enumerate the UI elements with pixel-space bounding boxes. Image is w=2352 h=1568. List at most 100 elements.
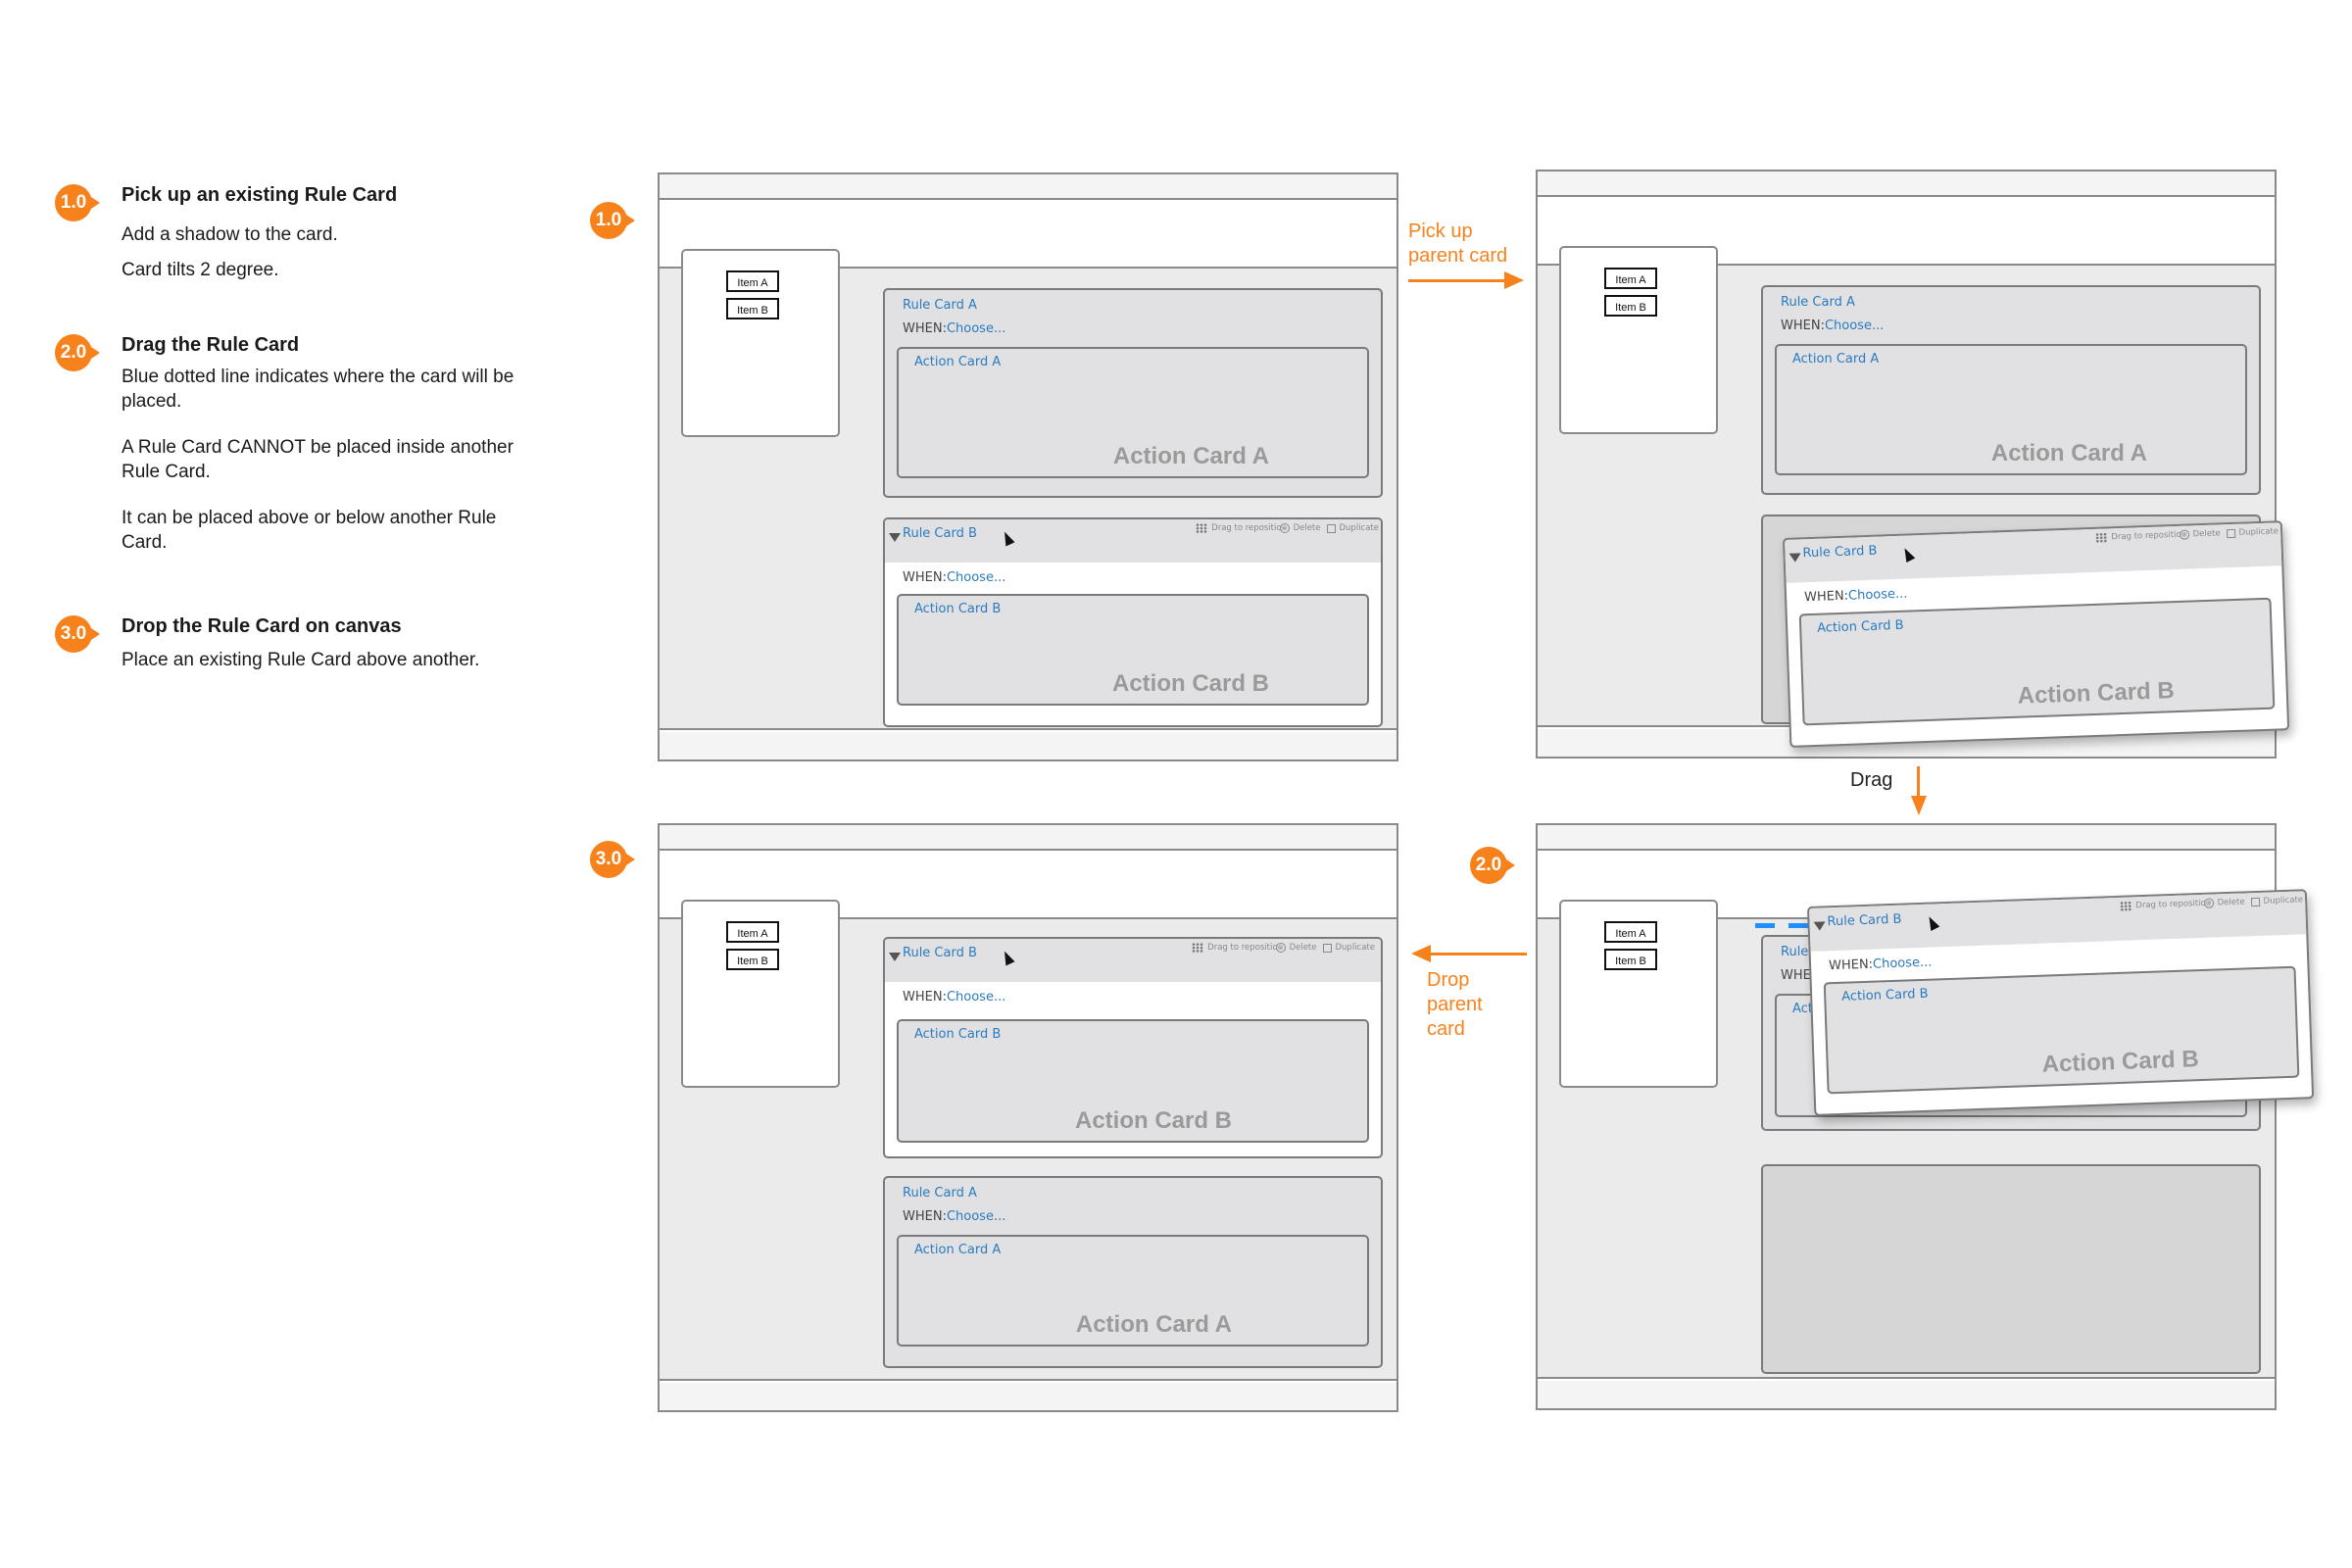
step-3-title: Drop the Rule Card on canvas — [122, 615, 402, 637]
drag-handle-icon[interactable] — [1192, 943, 1204, 953]
action-card-title: Action Card A — [1792, 352, 1880, 367]
drag-to-reposition-label[interactable]: Drag to repositio — [1211, 523, 1281, 533]
palette-item-b[interactable]: Item B — [1604, 949, 1657, 970]
action-card-label: Action Card B — [2017, 677, 2176, 710]
step-3-line-1: Place an existing Rule Card above anothe… — [122, 650, 480, 670]
frame-dropped: Item A Item B Rule Card B Drag to reposi… — [658, 823, 1398, 1412]
rule-card-b[interactable]: Rule Card B Drag to repositio⊗ Delete Dupl… — [883, 937, 1383, 1158]
palette-item-a[interactable]: Item A — [726, 270, 779, 292]
drag-to-reposition-label[interactable]: Drag to repositio — [2135, 899, 2206, 910]
delete-icon[interactable]: ⊗ — [2203, 898, 2214, 908]
transition-drag-label: Drag — [1850, 769, 1893, 791]
arrow-left-icon — [1411, 945, 1431, 962]
step-2-line-2: A Rule Card CANNOT be placed inside anot… — [122, 437, 514, 482]
window-footer — [660, 1383, 1396, 1410]
action-card-label: Action Card A — [1075, 1311, 1232, 1338]
palette-item-b[interactable]: Item B — [1604, 295, 1657, 317]
action-card-b[interactable]: Action Card B Action Card B — [1798, 597, 2276, 726]
action-card-label: Action Card B — [2041, 1046, 2200, 1078]
palette-item-a[interactable]: Item A — [1604, 921, 1657, 943]
delete-button[interactable]: Delete — [1290, 943, 1317, 953]
rule-card-a[interactable]: Rule Card A WHEN:Choose... Action Card A… — [883, 1176, 1383, 1368]
item-palette: Item A Item B — [1559, 900, 1718, 1088]
drop-indicator-line — [1755, 923, 1814, 928]
delete-button[interactable]: Delete — [2193, 528, 2221, 539]
drag-handle-icon[interactable] — [2095, 532, 2108, 543]
step-2-line-3: It can be placed above or below another … — [122, 508, 497, 553]
when-choose-link[interactable]: Choose... — [1848, 587, 1908, 604]
action-card-title: Action Card B — [914, 602, 1002, 616]
duplicate-button[interactable]: Duplicate — [2238, 526, 2278, 537]
palette-item-a[interactable]: Item A — [726, 921, 779, 943]
drag-to-reposition-label[interactable]: Drag to repositio — [2111, 530, 2181, 542]
step-badge-3: 3.0 — [55, 615, 100, 653]
duplicate-icon[interactable] — [1322, 943, 1332, 953]
rule-card-title: Rule Card B — [1827, 911, 1902, 930]
action-card-title: Action Card A — [914, 1243, 1002, 1257]
rule-card-title: Rule Card B — [903, 946, 977, 960]
rule-card-a[interactable]: Rule Card A WHEN:Choose... Action Card A… — [883, 288, 1383, 498]
delete-button[interactable]: Delete — [1294, 523, 1321, 533]
delete-icon[interactable]: ⊗ — [1275, 943, 1286, 953]
drag-handle-icon[interactable] — [1196, 523, 1208, 533]
step-badge-1: 1.0 — [55, 184, 100, 221]
duplicate-icon[interactable] — [1326, 523, 1336, 533]
collapse-caret-icon[interactable] — [1813, 921, 1826, 931]
rule-card-b-lifted[interactable]: Rule Card B Drag to repositio⊗ Delete Dupl… — [1783, 520, 2290, 748]
delete-icon[interactable]: ⊗ — [1279, 523, 1290, 533]
window-footer — [1538, 1381, 2275, 1408]
duplicate-button[interactable]: Duplicate — [1340, 523, 1380, 533]
palette-item-a[interactable]: Item A — [1604, 268, 1657, 289]
drag-handle-icon[interactable] — [2120, 901, 2132, 911]
duplicate-button[interactable]: Duplicate — [1336, 943, 1376, 953]
frame-initial: Item A Item B Rule Card A WHEN:Choose...… — [658, 172, 1398, 761]
frame-2-badge: 2.0 — [1470, 847, 1515, 884]
rule-card-b[interactable]: Rule Card B Drag to repositio⊗ Delete Dupl… — [883, 517, 1383, 727]
action-card-label: Action Card B — [1074, 1107, 1232, 1134]
transition-drop-label: Drop parent card — [1427, 969, 1483, 1040]
drag-to-reposition-label[interactable]: Drag to repositio — [1207, 943, 1277, 953]
action-card-title: Action Card B — [1816, 617, 1904, 636]
when-choose-link[interactable]: Choose... — [1873, 956, 1933, 972]
palette-item-b[interactable]: Item B — [726, 298, 779, 319]
arrow-right-icon — [1504, 271, 1524, 289]
step-2-title: Drag the Rule Card — [122, 334, 300, 356]
arrow-right-line — [1408, 279, 1506, 282]
window-title-bar — [660, 825, 1396, 851]
rule-card-title: Rule Card A — [903, 298, 977, 313]
arrow-down-icon — [1911, 796, 1927, 815]
frame-3-badge: 3.0 — [590, 841, 635, 878]
when-row: WHEN:Choose... — [1803, 586, 1908, 606]
when-choose-link[interactable]: Choose... — [1825, 318, 1884, 333]
duplicate-icon[interactable] — [2226, 528, 2235, 538]
step-1-title: Pick up an existing Rule Card — [122, 184, 398, 206]
item-palette: Item A Item B — [681, 249, 840, 437]
action-card-a[interactable]: Action Card A Action Card A — [1775, 344, 2247, 475]
collapse-caret-icon[interactable] — [1788, 553, 1801, 563]
when-choose-link[interactable]: Choose... — [947, 990, 1005, 1004]
duplicate-button[interactable]: Duplicate — [2263, 895, 2303, 906]
when-row: WHEN:Choose... — [903, 1209, 1006, 1224]
action-card-a[interactable]: Action Card A Action Card A — [897, 1235, 1369, 1347]
action-card-b[interactable]: Action Card B Action Card B — [897, 594, 1369, 706]
action-card-title: Action Card A — [914, 355, 1002, 369]
delete-icon[interactable]: ⊗ — [2179, 529, 2189, 540]
collapse-caret-icon[interactable] — [889, 533, 901, 542]
when-choose-link[interactable]: Choose... — [947, 1209, 1005, 1224]
collapse-caret-icon[interactable] — [889, 953, 901, 961]
action-card-b[interactable]: Action Card B Action Card B — [897, 1019, 1369, 1143]
duplicate-icon[interactable] — [2250, 897, 2260, 906]
action-card-b[interactable]: Action Card B Action Card B — [1823, 965, 2300, 1095]
action-card-a[interactable]: Action Card A Action Card A — [897, 347, 1369, 478]
rule-card-title: Rule Card A — [903, 1186, 977, 1200]
delete-button[interactable]: Delete — [2218, 897, 2245, 907]
when-choose-link[interactable]: Choose... — [947, 570, 1005, 585]
rule-card-a[interactable]: Rule Card A WHEN:Choose... Action Card A… — [1761, 285, 2261, 495]
window-title-bar — [660, 174, 1396, 200]
palette-item-b[interactable]: Item B — [726, 949, 779, 970]
when-row: WHEN:Choose... — [903, 570, 1006, 585]
rule-card-b-dragging[interactable]: Rule Card B Drag to repositio⊗ Delete Dupl… — [1807, 889, 2315, 1116]
when-row: WHEN:Choose... — [903, 321, 1006, 336]
item-palette: Item A Item B — [681, 900, 840, 1088]
when-choose-link[interactable]: Choose... — [947, 321, 1005, 336]
